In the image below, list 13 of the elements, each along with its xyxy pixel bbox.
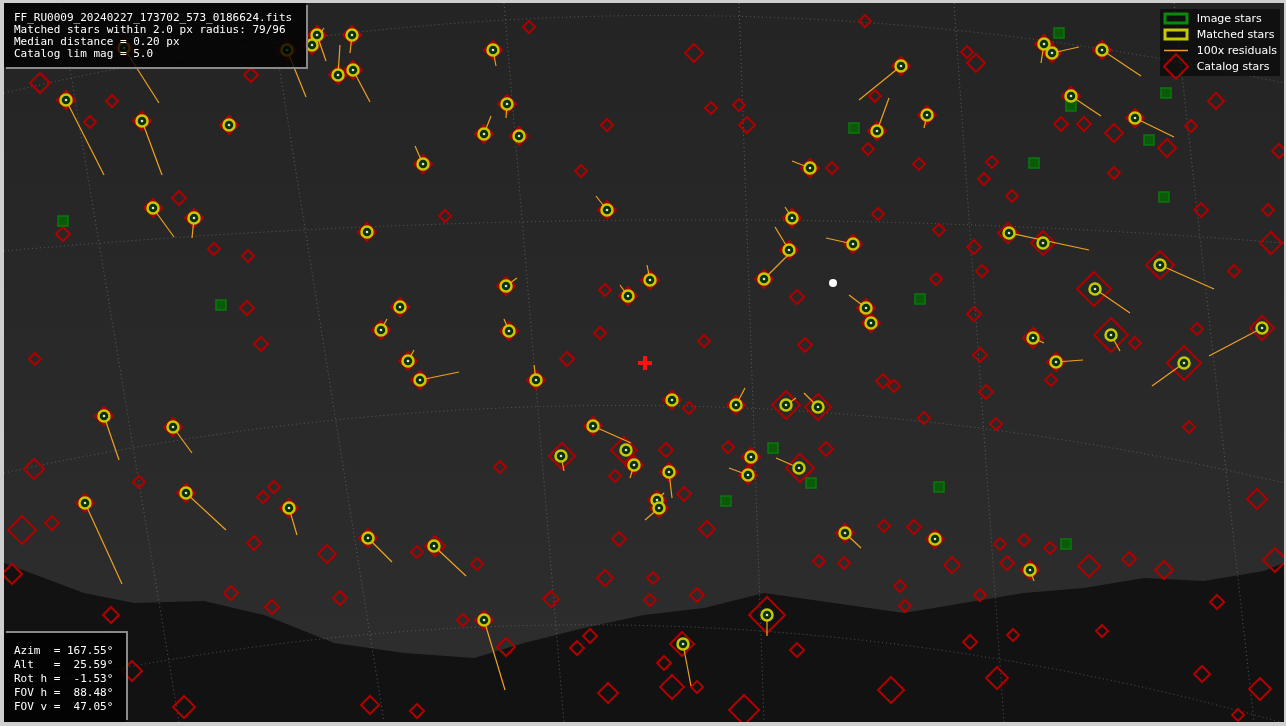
legend-label: Image stars <box>1196 12 1262 25</box>
legend-label: Catalog stars <box>1196 60 1270 73</box>
pointing-text: FOV v = 47.05° <box>14 700 114 714</box>
info-text: Median distance = 0.20 px <box>14 36 180 48</box>
info-text: Catalog lim mag = 5.0 <box>14 48 154 60</box>
pointing-text: FOV h = 88.48° <box>14 686 114 700</box>
file-name-text: FF_RU0009_20240227_173702_573_0186624.fits <box>14 12 293 24</box>
pointing-text: Alt = 25.59° <box>14 658 114 672</box>
pointing-text: Azim = 167.55° <box>14 644 114 658</box>
legend-label: Matched stars <box>1196 28 1275 41</box>
legend-label: 100x residuals <box>1196 44 1277 57</box>
info-text: Matched stars within 2.0 px radius: 79/96 <box>14 24 286 36</box>
pointing-text: Rot h = -1.53° <box>14 672 114 686</box>
